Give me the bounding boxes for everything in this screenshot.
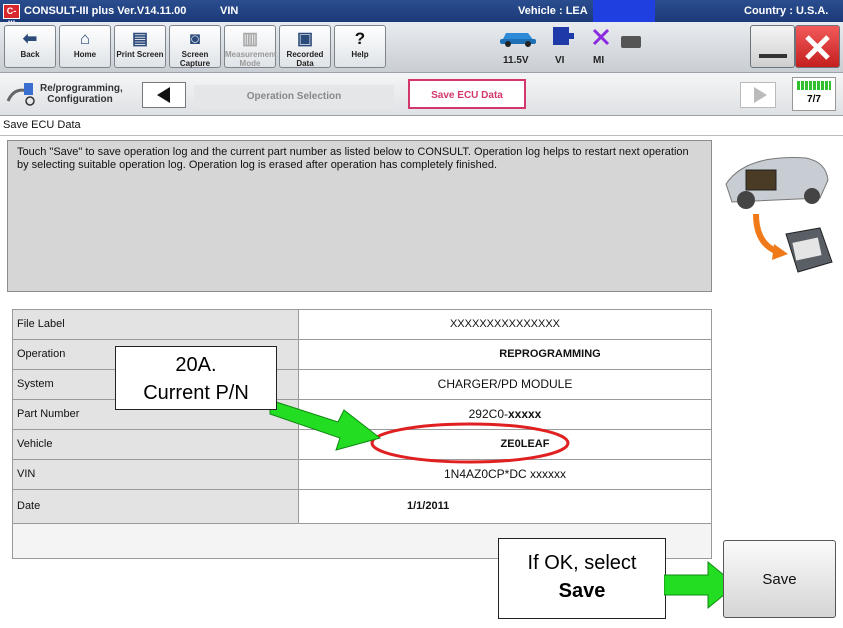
vehicle-highlight — [593, 0, 655, 22]
help-button[interactable]: ? Help — [334, 25, 386, 68]
vehicle-key: Vehicle — [13, 430, 299, 459]
breadcrumb-save-ecu-data: Save ECU Data — [408, 79, 526, 109]
progress-bar — [797, 81, 831, 90]
callout-save-line1: If OK, select — [527, 552, 637, 574]
reprogramming-icon — [6, 83, 35, 106]
camera-icon: ◙ — [189, 29, 201, 48]
car-battery-icon — [500, 33, 536, 47]
right-arrow-icon — [754, 87, 767, 103]
callout-pn-line1: 20A. — [175, 354, 217, 376]
file-label-value: XXXXXXXXXXXXXXX — [299, 310, 711, 339]
table-row: VIN 1N4AZ0CP*DC xxxxxx — [12, 460, 712, 490]
help-icon: ? — [354, 29, 366, 48]
table-row: Date 1/1/2011 — [12, 490, 712, 524]
app-title: CONSULT-III plus Ver.V14.11.00 — [24, 5, 187, 17]
workflow-nav: Re/programming, Configuration Operation … — [0, 73, 843, 116]
date-value: 1/1/2011 — [299, 490, 711, 523]
operation-value: REPROGRAMMING — [299, 340, 711, 369]
vin-key: VIN — [13, 460, 299, 489]
measurement-mode-button[interactable]: ▥ Measurement Mode — [224, 25, 277, 68]
app-logo-icon: C-III — [3, 4, 20, 29]
next-step-button[interactable] — [740, 82, 776, 108]
minimize-icon — [759, 54, 787, 58]
battery-status-icon — [621, 36, 641, 48]
callout-save-line2: Save — [558, 580, 606, 602]
progress-indicator: 7/7 — [792, 77, 836, 111]
previous-step-button[interactable] — [142, 82, 186, 108]
callout-arrow-pn-icon — [269, 399, 382, 451]
instruction-message: Touch "Save" to save operation log and t… — [7, 140, 712, 292]
section-title: Save ECU Data — [0, 116, 843, 136]
progress-count: 7/7 — [807, 94, 821, 105]
voltage-readout: 11.5V — [503, 55, 529, 66]
close-button[interactable] — [795, 25, 840, 68]
table-row: File Label XXXXXXXXXXXXXXX — [12, 309, 712, 340]
title-bar: C-III CONSULT-III plus Ver.V14.11.00 VIN… — [0, 0, 843, 29]
vin-label: VIN — [220, 5, 239, 17]
home-icon: ⌂ — [79, 29, 91, 48]
home-button[interactable]: ⌂ Home — [59, 25, 111, 68]
recorded-data-button[interactable]: ▣ Recorded Data — [279, 25, 331, 68]
mi-label: MI — [593, 55, 605, 66]
callout-pn-line2: Current P/N — [143, 382, 249, 404]
screen-capture-button[interactable]: ◙ Screen Capture — [169, 25, 221, 68]
callout-select-save: If OK, select Save — [498, 538, 666, 619]
vi-connector-icon — [553, 27, 574, 45]
file-label-key: File Label — [13, 310, 299, 339]
country-label: Country : U.S.A. — [744, 5, 829, 17]
close-icon — [805, 35, 830, 60]
part-number-prefix: 292C0- — [468, 407, 508, 421]
car-to-laptop-illustration-icon — [725, 157, 833, 273]
mi-disconnected-icon — [592, 28, 610, 46]
back-arrow-icon: ⬅ — [22, 29, 38, 48]
minimize-button[interactable] — [750, 25, 795, 68]
printer-icon: ▤ — [131, 29, 149, 48]
part-number-highlight-ring — [370, 422, 570, 464]
toolbar: ⬅ Back ⌂ Home ▤ Print Screen ◙ Screen Ca… — [0, 22, 843, 73]
part-number-suffix: xxxxx — [507, 407, 542, 421]
vi-label: VI — [555, 55, 565, 66]
breadcrumb-reprogramming: Re/programming, Configuration — [40, 83, 123, 105]
save-button[interactable]: Save — [723, 540, 836, 618]
vehicle-label: Vehicle : LEA — [518, 5, 588, 17]
recorded-data-icon: ▣ — [296, 29, 314, 48]
date-key: Date — [13, 490, 299, 523]
callout-current-pn: 20A. Current P/N — [115, 346, 277, 410]
measurement-icon: ▥ — [241, 29, 259, 48]
left-arrow-icon — [157, 87, 170, 103]
print-screen-button[interactable]: ▤ Print Screen — [114, 25, 166, 68]
back-button[interactable]: ⬅ Back — [4, 25, 56, 68]
breadcrumb-operation-selection: Operation Selection — [194, 85, 394, 109]
